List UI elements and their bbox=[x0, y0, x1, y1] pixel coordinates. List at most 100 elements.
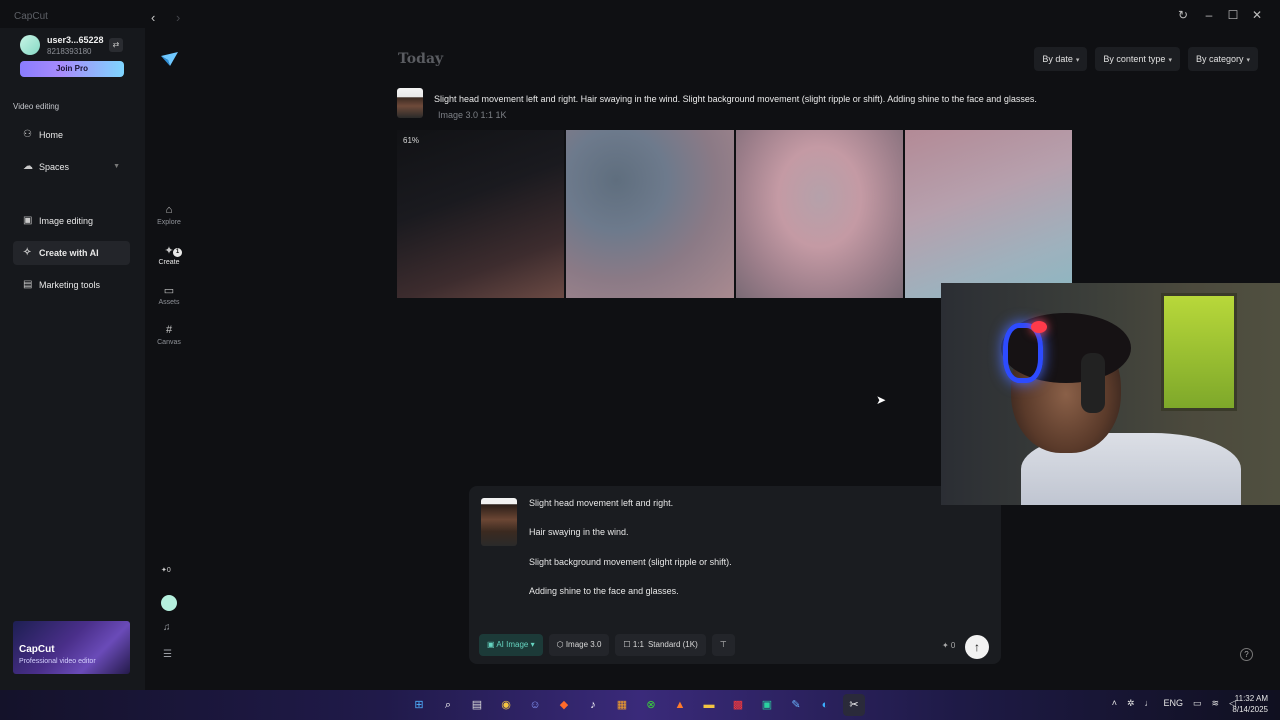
result-tile[interactable] bbox=[904, 130, 1072, 298]
store-icon[interactable]: ▦ bbox=[611, 694, 633, 716]
sidebar-item-spaces[interactable]: ☁ Spaces ▼ bbox=[13, 155, 130, 179]
user-avatar[interactable] bbox=[20, 35, 40, 55]
app-icon[interactable]: ▲ bbox=[669, 694, 691, 716]
refresh-icon[interactable]: ↻ bbox=[1174, 8, 1192, 22]
sidebar-item-home[interactable]: ⚇ Home bbox=[13, 123, 130, 147]
aspect-ratio-icon: ☐ bbox=[623, 640, 633, 649]
chrome-icon[interactable]: ◉ bbox=[495, 694, 517, 716]
join-pro-button[interactable]: Join Pro bbox=[20, 61, 124, 77]
rail-item-label: Create bbox=[158, 259, 180, 266]
ratio-quality-selector[interactable]: ☐ 1:1 Standard (1K) bbox=[615, 634, 706, 656]
minimize-button[interactable]: – bbox=[1200, 8, 1218, 22]
headset bbox=[1081, 353, 1105, 413]
dreamina-logo-icon bbox=[161, 52, 178, 66]
xbox-icon[interactable]: ⊗ bbox=[640, 694, 662, 716]
chevron-up-icon[interactable]: ˄ bbox=[1112, 698, 1117, 709]
microphone-icon[interactable]: ♩ bbox=[1145, 698, 1154, 709]
rail-item-explore[interactable]: ⌂ Explore bbox=[149, 204, 189, 226]
menu-icon[interactable]: ☰ bbox=[163, 649, 172, 660]
rail-item-create[interactable]: ✦ 1 Create bbox=[149, 244, 189, 266]
filter-by-content-type[interactable]: By content type ▾ bbox=[1095, 47, 1180, 71]
chevron-down-icon: ▾ bbox=[1168, 57, 1172, 64]
help-icon[interactable]: ? bbox=[1240, 648, 1253, 661]
text-format-button[interactable]: ⊤ bbox=[711, 634, 735, 656]
prompt-textarea[interactable]: Slight head movement left and right. Hai… bbox=[529, 495, 969, 612]
sidebar-item-label: Image editing bbox=[39, 216, 94, 226]
text-format-icon: ⊤ bbox=[719, 640, 727, 649]
sidebar-item-image-editing[interactable]: ▣ Image editing bbox=[13, 209, 130, 233]
composer-toolbar: ▣ AI Image ▾ ⬡ Image 3.0 ☐ 1:1 Standard (… bbox=[479, 634, 735, 658]
prompt-line: Adding shine to the face and glasses. bbox=[529, 585, 679, 596]
model-label: Image 3.0 bbox=[565, 640, 602, 649]
profile-avatar[interactable] bbox=[161, 595, 177, 611]
wifi-icon[interactable]: ≋ bbox=[1212, 698, 1220, 709]
terminal-icon[interactable]: ▣ bbox=[756, 694, 778, 716]
reference-image-thumbnail[interactable] bbox=[481, 498, 517, 546]
folder-icon[interactable]: ▬ bbox=[698, 694, 720, 716]
sparkle-icon: ✧ bbox=[23, 247, 32, 258]
app-red-icon[interactable]: ▩ bbox=[727, 694, 749, 716]
generation-prompt[interactable]: Slight head movement left and right. Hai… bbox=[434, 91, 1054, 123]
brave-icon[interactable]: ◆ bbox=[553, 694, 575, 716]
maximize-button[interactable]: ☐ bbox=[1224, 8, 1242, 22]
send-button[interactable]: ↑ bbox=[965, 635, 989, 659]
create-badge: 1 bbox=[173, 248, 182, 257]
sidebar-item-create-with-ai[interactable]: ✧ Create with AI bbox=[13, 241, 130, 265]
sidebar-item-label: Spaces bbox=[39, 162, 70, 172]
windows-taskbar: ⊞ ⌕ ▤ ◉ ☺ ◆ ♪ ▦ ⊗ ▲ ▬ ▩ ▣ ✎ ◐ ✂ ˄ ✲ ♩ EN… bbox=[0, 690, 1280, 720]
result-tile[interactable] bbox=[735, 130, 903, 298]
filter-by-date[interactable]: By date ▾ bbox=[1034, 47, 1088, 71]
result-tile[interactable]: 61% bbox=[397, 130, 565, 298]
settings-icon[interactable]: ✲ bbox=[1127, 698, 1135, 709]
capcut-icon[interactable]: ✂ bbox=[843, 694, 865, 716]
marketing-icon: ▤ bbox=[23, 279, 33, 290]
mode-dropdown[interactable]: ▣ AI Image ▾ bbox=[479, 634, 543, 656]
edge-icon[interactable]: ◐ bbox=[814, 694, 836, 716]
result-tile[interactable] bbox=[566, 130, 734, 298]
close-button[interactable]: ✕ bbox=[1248, 8, 1266, 22]
filter-by-category[interactable]: By category ▾ bbox=[1187, 47, 1258, 71]
icon-rail: ⌂ Explore ✦ 1 Create ▭ Assets # Canvas ✦… bbox=[145, 28, 193, 690]
app-title: CapCut bbox=[14, 11, 48, 22]
bell-icon[interactable]: ♫ bbox=[163, 622, 171, 633]
filter-label: By category bbox=[1195, 54, 1244, 64]
back-button[interactable]: ‹ bbox=[151, 10, 155, 25]
model-selector[interactable]: ⬡ Image 3.0 bbox=[548, 634, 610, 656]
forward-button[interactable]: › bbox=[176, 10, 180, 25]
rail-item-assets[interactable]: ▭ Assets bbox=[149, 284, 189, 306]
prompt-line: Slight background movement (slight rippl… bbox=[529, 556, 732, 567]
chevron-down-icon: ▾ bbox=[1246, 57, 1250, 64]
create-icon: ✦ bbox=[164, 245, 174, 257]
promo-banner[interactable]: CapCut Professional video editor bbox=[13, 621, 130, 674]
image-icon: ▣ bbox=[487, 640, 497, 649]
paint-icon[interactable]: ✎ bbox=[785, 694, 807, 716]
left-sidebar: user3...65228 8218393180 ⇄ Join Pro Vide… bbox=[0, 28, 145, 690]
language-indicator[interactable]: ENG bbox=[1164, 698, 1184, 709]
credits-counter[interactable]: ✦0 bbox=[161, 566, 171, 574]
time: 11:32 AM bbox=[1234, 694, 1268, 703]
reference-image-thumbnail[interactable] bbox=[397, 88, 423, 118]
clock[interactable]: 11:32 AM 8/14/2025 bbox=[1232, 693, 1268, 715]
explore-icon: ⌂ bbox=[165, 204, 173, 216]
generation-meta: Image 3.0 1:1 1K bbox=[438, 110, 507, 120]
section-heading: Today bbox=[398, 51, 444, 67]
chevron-down-icon[interactable]: ▼ bbox=[113, 155, 120, 179]
search-icon[interactable]: ⌕ bbox=[437, 694, 459, 716]
system-tray: ˄ ✲ ♩ ENG ▭ ≋ ◁ bbox=[1112, 698, 1236, 709]
switch-account-icon[interactable]: ⇄ bbox=[109, 38, 123, 52]
home-icon: ⚇ bbox=[23, 129, 32, 140]
display-icon[interactable]: ▭ bbox=[1193, 698, 1202, 709]
sidebar-item-label: Home bbox=[39, 130, 64, 140]
date: 8/14/2025 bbox=[1232, 705, 1268, 714]
taskbar-apps: ⊞ ⌕ ▤ ◉ ☺ ◆ ♪ ▦ ⊗ ▲ ▬ ▩ ▣ ✎ ◐ ✂ bbox=[408, 694, 865, 716]
sidebar-item-marketing-tools[interactable]: ▤ Marketing tools bbox=[13, 273, 130, 297]
chevron-down-icon: ▾ bbox=[528, 640, 535, 649]
rail-item-canvas[interactable]: # Canvas bbox=[149, 324, 189, 346]
file-icon[interactable]: ▤ bbox=[466, 694, 488, 716]
windows-start-icon[interactable]: ⊞ bbox=[408, 694, 430, 716]
folder-icon: ▭ bbox=[163, 285, 175, 297]
tiktok-icon[interactable]: ♪ bbox=[582, 694, 604, 716]
webcam-overlay bbox=[941, 283, 1280, 505]
discord-icon[interactable]: ☺ bbox=[524, 694, 546, 716]
ratio-label: 1:1 bbox=[632, 640, 644, 649]
